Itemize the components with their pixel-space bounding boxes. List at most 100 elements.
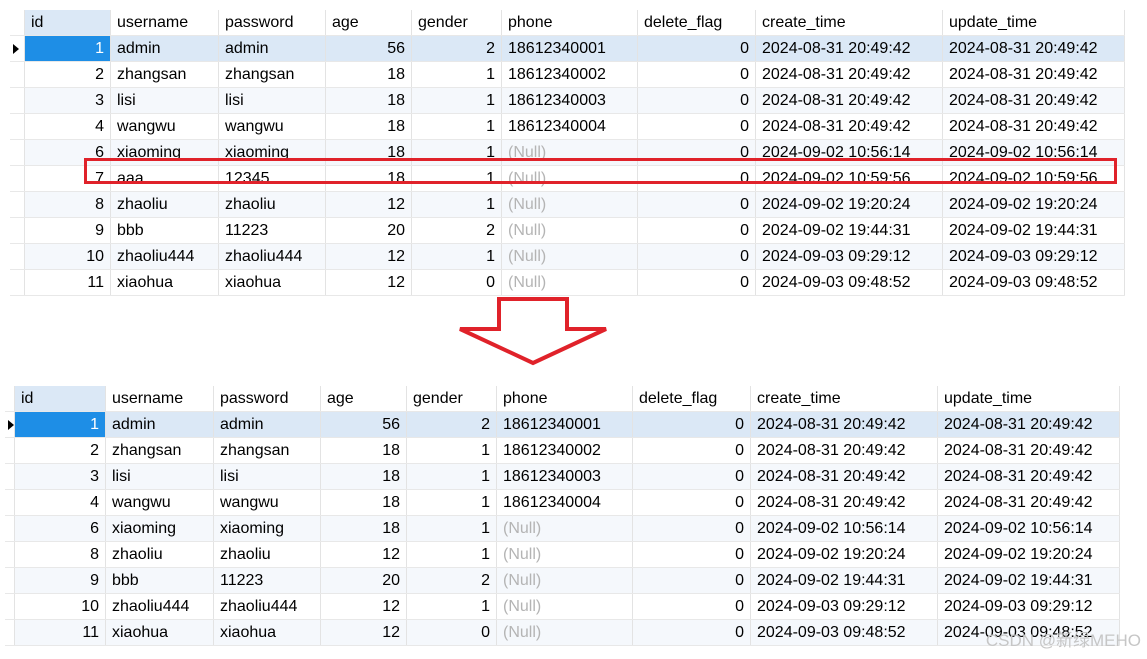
row-indicator[interactable] <box>5 411 15 438</box>
cell-id[interactable]: 8 <box>24 191 111 218</box>
cell-create-time[interactable]: 2024-08-31 20:49:42 <box>755 113 943 140</box>
row-indicator[interactable] <box>10 269 25 296</box>
cell-update-time[interactable]: 2024-09-02 19:20:24 <box>937 541 1120 568</box>
table-row[interactable]: 2 zhangsan zhangsan 18 1 18612340002 0 2024-08-… <box>10 61 1125 88</box>
cell-id[interactable]: 10 <box>24 243 111 270</box>
row-indicator[interactable] <box>10 87 25 114</box>
cell-delete-flag[interactable]: 0 <box>637 61 756 88</box>
cell-delete-flag[interactable]: 0 <box>632 541 751 568</box>
row-indicator[interactable] <box>10 61 25 88</box>
cell-phone[interactable]: (Null) <box>496 593 633 620</box>
row-indicator[interactable] <box>10 139 25 166</box>
cell-update-time[interactable]: 2024-08-31 20:49:42 <box>937 437 1120 464</box>
cell-username[interactable]: wangwu <box>110 113 219 140</box>
cell-username[interactable]: admin <box>110 35 219 62</box>
cell-create-time[interactable]: 2024-08-31 20:49:42 <box>750 411 938 438</box>
cell-gender[interactable]: 2 <box>406 411 497 438</box>
cell-password[interactable]: 11223 <box>213 567 321 594</box>
cell-username[interactable]: bbb <box>110 217 219 244</box>
column-header-create-time[interactable]: create_time <box>750 386 938 412</box>
table-row[interactable]: 2 zhangsan zhangsan 18 1 18612340002 0 2024-08-… <box>5 437 1120 464</box>
cell-phone[interactable]: (Null) <box>496 567 633 594</box>
cell-id[interactable]: 2 <box>24 61 111 88</box>
cell-phone[interactable]: 18612340001 <box>501 35 638 62</box>
table-row[interactable]: 1 admin admin 56 2 18612340001 0 2024-08-31 20:… <box>5 411 1120 438</box>
cell-password[interactable]: admin <box>218 35 326 62</box>
column-header-password[interactable]: password <box>218 10 326 36</box>
cell-age[interactable]: 18 <box>320 463 407 490</box>
cell-id[interactable]: 2 <box>14 437 106 464</box>
cell-username[interactable]: zhaoliu444 <box>105 593 214 620</box>
cell-create-time[interactable]: 2024-09-02 19:20:24 <box>755 191 943 218</box>
cell-password[interactable]: admin <box>213 411 321 438</box>
column-header-delete-flag[interactable]: delete_flag <box>637 10 756 36</box>
column-header-password[interactable]: password <box>213 386 321 412</box>
cell-create-time[interactable]: 2024-09-02 19:44:31 <box>750 567 938 594</box>
column-header-username[interactable]: username <box>110 10 219 36</box>
cell-update-time[interactable]: 2024-09-03 09:29:12 <box>937 593 1120 620</box>
cell-delete-flag[interactable]: 0 <box>632 567 751 594</box>
cell-id[interactable]: 11 <box>24 269 111 296</box>
cell-id[interactable]: 9 <box>14 567 106 594</box>
table-row[interactable]: 10 zhaoliu444 zhaoliu444 12 1 (Null) 0 2024-09-… <box>10 243 1125 270</box>
cell-age[interactable]: 12 <box>320 593 407 620</box>
cell-password[interactable]: lisi <box>218 87 326 114</box>
row-indicator[interactable] <box>5 541 15 568</box>
cell-password[interactable]: zhaoliu <box>218 191 326 218</box>
cell-delete-flag[interactable]: 0 <box>632 489 751 516</box>
cell-gender[interactable]: 1 <box>406 541 497 568</box>
cell-delete-flag[interactable]: 0 <box>637 243 756 270</box>
column-header-update-time[interactable]: update_time <box>937 386 1120 412</box>
row-indicator[interactable] <box>10 243 25 270</box>
table-row[interactable]: 8 zhaoliu zhaoliu 12 1 (Null) 0 2024-09-02 19:2… <box>10 191 1125 218</box>
cell-password[interactable]: xiaohua <box>213 619 321 646</box>
cell-password[interactable]: zhaoliu444 <box>213 593 321 620</box>
cell-phone[interactable]: (Null) <box>501 269 638 296</box>
cell-username[interactable]: xiaohua <box>110 269 219 296</box>
cell-id[interactable]: 4 <box>14 489 106 516</box>
cell-password[interactable]: wangwu <box>213 489 321 516</box>
cell-update-time[interactable]: 2024-08-31 20:49:42 <box>942 113 1125 140</box>
column-header-phone[interactable]: phone <box>496 386 633 412</box>
cell-update-time[interactable]: 2024-09-02 19:44:31 <box>942 217 1125 244</box>
cell-gender[interactable]: 1 <box>411 61 502 88</box>
row-indicator[interactable] <box>10 191 25 218</box>
cell-delete-flag[interactable]: 0 <box>637 191 756 218</box>
cell-age[interactable]: 56 <box>320 411 407 438</box>
column-header-delete-flag[interactable]: delete_flag <box>632 386 751 412</box>
column-header-update-time[interactable]: update_time <box>942 10 1125 36</box>
table-row[interactable]: 4 wangwu wangwu 18 1 18612340004 0 2024-08-31 2… <box>5 489 1120 516</box>
table-row[interactable]: 8 zhaoliu zhaoliu 12 1 (Null) 0 2024-09-02 19:2… <box>5 541 1120 568</box>
cell-id[interactable]: 4 <box>24 113 111 140</box>
cell-username[interactable]: zhangsan <box>110 61 219 88</box>
cell-username[interactable]: lisi <box>105 463 214 490</box>
row-indicator[interactable] <box>5 437 15 464</box>
cell-id[interactable]: 10 <box>14 593 106 620</box>
cell-create-time[interactable]: 2024-09-03 09:29:12 <box>755 243 943 270</box>
row-indicator[interactable] <box>5 515 15 542</box>
row-indicator[interactable] <box>10 217 25 244</box>
cell-update-time[interactable]: 2024-08-31 20:49:42 <box>942 87 1125 114</box>
row-indicator[interactable] <box>5 463 15 490</box>
row-indicator[interactable] <box>5 619 15 646</box>
cell-create-time[interactable]: 2024-09-02 19:44:31 <box>755 217 943 244</box>
row-indicator[interactable] <box>5 593 15 620</box>
cell-password[interactable]: xiaohua <box>218 269 326 296</box>
cell-age[interactable]: 12 <box>325 243 412 270</box>
cell-username[interactable]: xiaohua <box>105 619 214 646</box>
table-row[interactable]: 4 wangwu wangwu 18 1 18612340004 0 2024-08-31 2… <box>10 113 1125 140</box>
cell-phone[interactable]: 18612340004 <box>496 489 633 516</box>
cell-delete-flag[interactable]: 0 <box>637 217 756 244</box>
cell-phone[interactable]: 18612340001 <box>496 411 633 438</box>
cell-id[interactable]: 6 <box>14 515 106 542</box>
cell-update-time[interactable]: 2024-09-03 09:29:12 <box>942 243 1125 270</box>
cell-id[interactable]: 3 <box>14 463 106 490</box>
cell-phone[interactable]: 18612340002 <box>496 437 633 464</box>
cell-id[interactable]: 9 <box>24 217 111 244</box>
cell-create-time[interactable]: 2024-08-31 20:49:42 <box>755 87 943 114</box>
cell-username[interactable]: zhaoliu444 <box>110 243 219 270</box>
cell-create-time[interactable]: 2024-09-03 09:29:12 <box>750 593 938 620</box>
column-header-id[interactable]: id <box>24 10 111 36</box>
column-header-username[interactable]: username <box>105 386 214 412</box>
cell-gender[interactable]: 2 <box>411 35 502 62</box>
